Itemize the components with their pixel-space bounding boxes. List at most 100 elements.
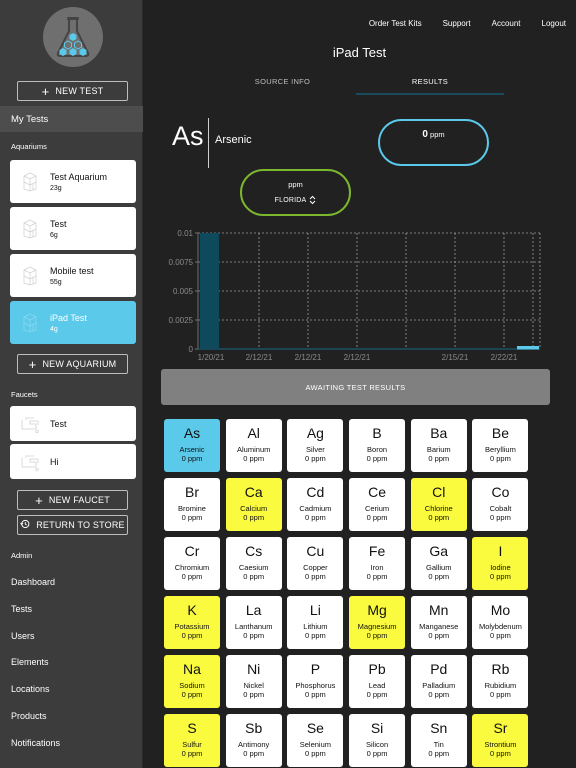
tile-value: 0 ppm [428, 572, 450, 581]
tab-results[interactable]: RESULTS [356, 77, 504, 86]
element-tile-fe[interactable]: Fe Iron 0 ppm [349, 537, 406, 590]
tile-symbol: Sr [493, 720, 508, 736]
element-tile-cs[interactable]: Cs Caesium 0 ppm [225, 537, 282, 590]
my-tests-header[interactable]: My Tests [0, 106, 143, 132]
tile-symbol: Li [309, 602, 321, 618]
element-tile-br[interactable]: Br Bromine 0 ppm [164, 478, 220, 531]
faucet-card[interactable]: Hi [10, 444, 136, 479]
limit-unit: ppm [288, 180, 303, 189]
tile-value: 0 ppm [490, 631, 511, 640]
element-tile-mo[interactable]: Mo Molybdenum 0 ppm [472, 596, 529, 649]
awaiting-results-banner[interactable]: AWAITING TEST RESULTS [161, 369, 550, 405]
element-tile-sb[interactable]: Sb Antimony 0 ppm [225, 714, 282, 767]
aquarium-card[interactable]: Test Aquarium 23g [10, 160, 136, 203]
element-tile-na[interactable]: Na Sodium 0 ppm [164, 655, 220, 708]
element-tile-i[interactable]: I Iodine 0 ppm [472, 537, 529, 590]
element-tile-la[interactable]: La Lanthanum 0 ppm [225, 596, 282, 649]
element-tile-se[interactable]: Se Selenium 0 ppm [287, 714, 344, 767]
admin-nav-locations[interactable]: Locations [11, 684, 50, 694]
admin-nav-users[interactable]: Users [11, 631, 35, 641]
element-tile-be[interactable]: Be Beryllium 0 ppm [472, 419, 529, 472]
element-tile-pb[interactable]: Pb Lead 0 ppm [349, 655, 406, 708]
tab-source-info[interactable]: SOURCE INFO [210, 77, 355, 86]
x-tick-label: 2/12/21 [295, 353, 322, 362]
faucet-card[interactable]: Test [10, 406, 136, 441]
element-tile-b[interactable]: B Boron 0 ppm [349, 419, 406, 472]
tile-name: Nickel [243, 681, 264, 690]
tile-value: 0 ppm [181, 690, 203, 699]
element-tile-ca[interactable]: Ca Calcium 0 ppm [225, 478, 282, 531]
element-tile-sn[interactable]: Sn Tin 0 ppm [410, 714, 467, 767]
tile-name: Tin [433, 740, 444, 749]
aquarium-card-text: Test 6g [50, 219, 67, 239]
new-faucet-label: NEW FAUCET [48, 495, 110, 505]
support-link[interactable]: Support [443, 19, 471, 28]
bar [200, 233, 219, 349]
element-tile-cr[interactable]: Cr Chromium 0 ppm [164, 537, 220, 590]
tile-name: Iodine [490, 563, 511, 572]
element-tile-mg[interactable]: Mg Magnesium 0 ppm [349, 596, 406, 649]
return-to-store-button[interactable]: RETURN TO STORE [17, 515, 128, 535]
aquarium-card[interactable]: Mobile test 55g [10, 254, 136, 297]
element-tile-k[interactable]: K Potassium 0 ppm [164, 596, 220, 649]
tile-value: 0 ppm [366, 631, 388, 640]
element-tile-mn[interactable]: Mn Manganese 0 ppm [410, 596, 467, 649]
element-tile-as[interactable]: As Arsenic 0 ppm [164, 419, 220, 472]
tile-value: 0 ppm [490, 690, 511, 699]
logout-link[interactable]: Logout [542, 19, 566, 28]
flask-logo-icon[interactable] [43, 7, 103, 67]
element-tile-cl[interactable]: Cl Chlorine 0 ppm [410, 478, 467, 531]
element-tile-s[interactable]: S Sulfur 0 ppm [164, 714, 220, 767]
tile-value: 0 ppm [490, 513, 511, 522]
element-tile-al[interactable]: Al Aluminum 0 ppm [225, 419, 282, 472]
admin-nav-elements[interactable]: Elements [11, 657, 49, 667]
faucet-icon [10, 406, 50, 441]
y-tick-label: 0.0075 [169, 258, 194, 267]
x-tick-label: 1/20/21 [198, 353, 225, 362]
element-tile-ce[interactable]: Ce Cerium 0 ppm [349, 478, 406, 531]
admin-nav-notifications[interactable]: Notifications [11, 738, 60, 748]
tile-value: 0 ppm [181, 631, 203, 640]
element-tile-li[interactable]: Li Lithium 0 ppm [287, 596, 344, 649]
tile-name: Bromine [178, 504, 206, 513]
measured-value: 0 [422, 129, 428, 140]
aquarium-card[interactable]: iPad Test 4g [10, 301, 136, 344]
element-tile-cu[interactable]: Cu Copper 0 ppm [287, 537, 344, 590]
tile-value: 0 ppm [304, 454, 326, 463]
element-tile-ga[interactable]: Ga Gallium 0 ppm [410, 537, 467, 590]
bar-latest [517, 346, 539, 350]
element-tile-co[interactable]: Co Cobalt 0 ppm [472, 478, 529, 531]
x-tick-label: 2/12/21 [344, 353, 371, 362]
new-aquarium-button[interactable]: + NEW AQUARIUM [17, 354, 128, 374]
tile-name: Strontium [484, 740, 517, 749]
aquarium-name: iPad Test [50, 312, 87, 323]
element-tile-ba[interactable]: Ba Barium 0 ppm [410, 419, 467, 472]
element-tile-rb[interactable]: Rb Rubidium 0 ppm [472, 655, 529, 708]
element-tile-cd[interactable]: Cd Cadmium 0 ppm [287, 478, 344, 531]
element-tile-p[interactable]: P Phosphorus 0 ppm [287, 655, 344, 708]
element-tile-pd[interactable]: Pd Palladium 0 ppm [410, 655, 467, 708]
tile-value: 0 ppm [366, 572, 388, 581]
x-tick-label: 2/22/21 [491, 353, 518, 362]
admin-nav-tests[interactable]: Tests [11, 604, 32, 614]
element-tile-si[interactable]: Si Silicon 0 ppm [349, 714, 406, 767]
new-faucet-button[interactable]: + NEW FAUCET [17, 490, 128, 510]
admin-nav-products[interactable]: Products [11, 711, 47, 721]
aquariums-heading: Aquariums [11, 142, 47, 151]
element-tile-ni[interactable]: Ni Nickel 0 ppm [225, 655, 282, 708]
element-tile-sr[interactable]: Sr Strontium 0 ppm [472, 714, 529, 767]
new-test-button[interactable]: + NEW TEST [17, 81, 128, 101]
location-select[interactable]: FLORIDA [242, 195, 349, 205]
tile-symbol: Ba [430, 425, 448, 441]
element-tile-ag[interactable]: Ag Silver 0 ppm [287, 419, 344, 472]
aquarium-card[interactable]: Test 6g [10, 207, 136, 250]
order-test-kits-link[interactable]: Order Test Kits [369, 19, 422, 28]
admin-nav-dashboard[interactable]: Dashboard [11, 577, 55, 587]
tile-symbol: Na [183, 661, 201, 677]
tile-value: 0 ppm [366, 513, 388, 522]
tile-name: Sodium [179, 681, 205, 690]
aquarium-icon [10, 301, 50, 344]
account-link[interactable]: Account [492, 19, 521, 28]
element-name: Arsenic [215, 134, 252, 146]
page-title: iPad Test [332, 45, 387, 60]
